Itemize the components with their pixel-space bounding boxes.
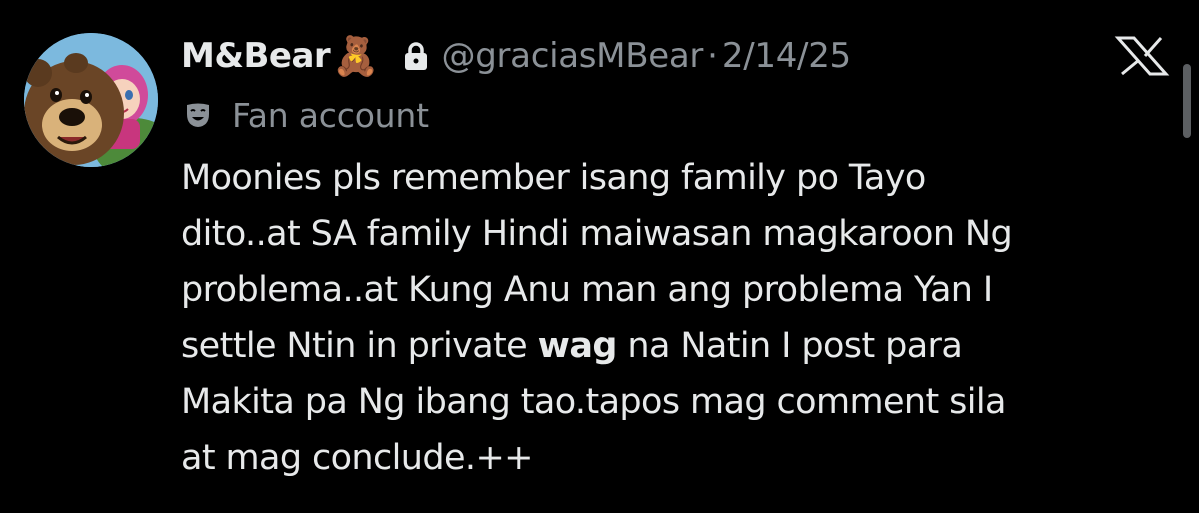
separator-dot: · [707,36,718,76]
tweet-text: Moonies pls remember isang family po Tay… [181,150,1171,486]
tweet-text-line: problema..at Kung Anu man ang problema Y… [181,270,993,310]
tweet-text-line: at mag conclude.++ [181,438,534,478]
account-label-text: Fan account [232,95,429,135]
tweet-text-line: Moonies pls remember isang family po Tay… [181,158,926,198]
scrollbar[interactable] [1183,64,1191,138]
avatar-image [24,33,158,167]
tweet-text-line: dito..at SA family Hindi maiwasan magkar… [181,214,1013,254]
lock-icon [404,41,428,71]
tweet-text-segment: settle Ntin in private [181,326,538,366]
x-logo-icon[interactable] [1112,36,1172,76]
teddy-bear-emoji: 🧸 [332,34,380,78]
display-name[interactable]: M&Bear [181,36,331,76]
account-label: Fan account [184,92,429,138]
tweet-text-line: Makita pa Ng ibang tao.tapos mag comment… [181,382,1006,422]
theater-mask-icon [184,101,212,129]
avatar[interactable] [24,33,158,167]
tweet-header: M&Bear 🧸 @graciasMBear · 2/14/25 [181,28,851,84]
tweet-text-line: settle Ntin in private wag na Natin I po… [181,318,1171,374]
tweet-text-segment: na Natin I post para [616,326,963,366]
tweet: M&Bear 🧸 @graciasMBear · 2/14/25 Fan acc… [0,0,1199,513]
user-handle[interactable]: @graciasMBear [442,36,704,76]
bold-word: wag [537,326,618,366]
post-date[interactable]: 2/14/25 [722,36,851,76]
